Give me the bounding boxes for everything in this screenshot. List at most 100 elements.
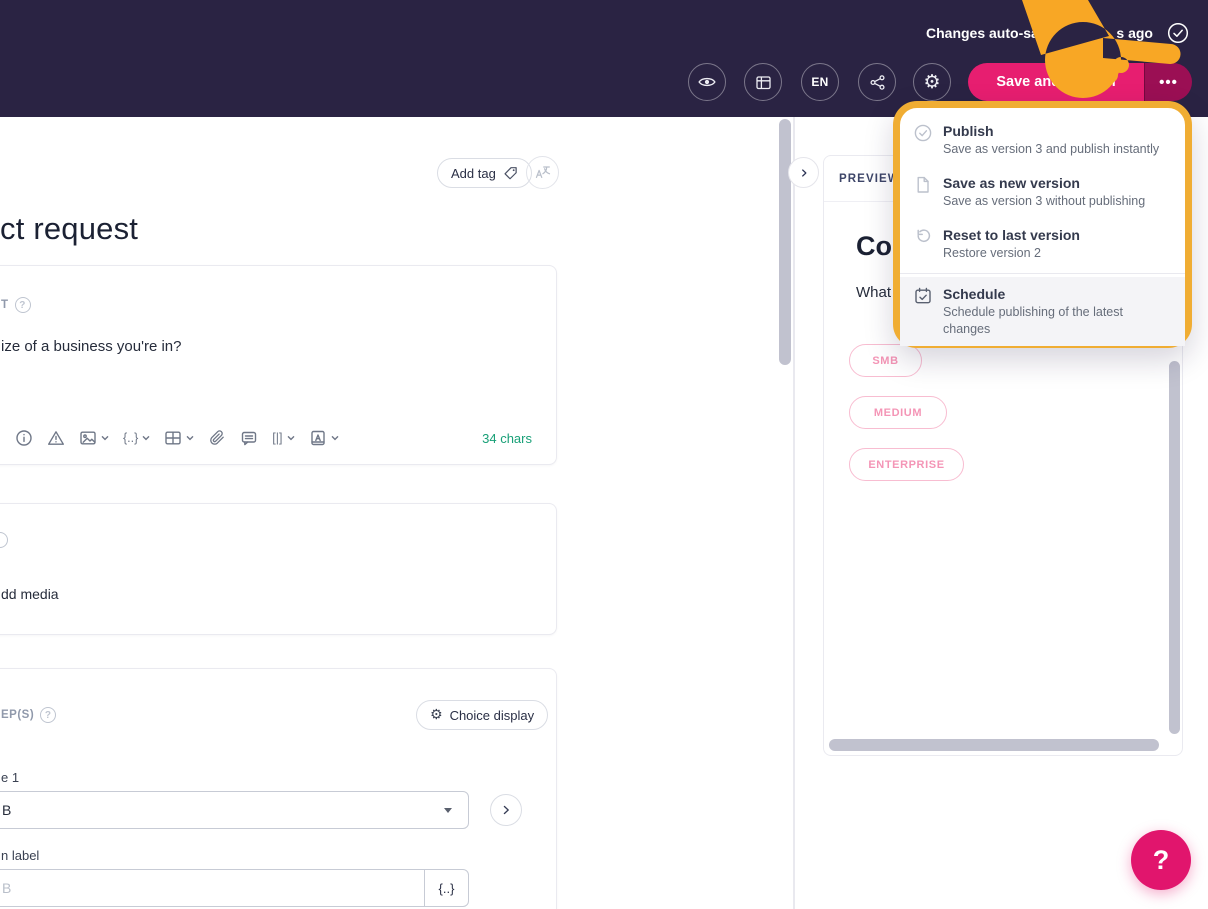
media-card: dd media: [0, 503, 557, 635]
language-button[interactable]: EN: [801, 63, 839, 101]
autosave-status-left: Changes auto-sav: [926, 25, 1047, 41]
menu-item-schedule[interactable]: Schedule Schedule publishing of the late…: [900, 277, 1185, 346]
add-media-label[interactable]: dd media: [1, 586, 59, 602]
help-icon[interactable]: [0, 532, 8, 548]
language-label: EN: [811, 75, 829, 89]
menu-divider: [900, 273, 1185, 274]
attachment-button[interactable]: [208, 429, 226, 447]
gear-icon: ⚙: [923, 70, 941, 93]
preview-vertical-scrollbar[interactable]: [1169, 361, 1180, 734]
menu-item-subtitle: Save as version 3 and publish instantly: [943, 142, 1160, 156]
table-icon: [165, 431, 181, 445]
app-window: Changes auto-sav s ago EN ⚙ Save and pub…: [0, 0, 1208, 909]
choice-1-label: e 1: [1, 770, 20, 785]
collapse-panel-button[interactable]: [788, 157, 819, 188]
question-card: T ? ize of a business you're in? {..} [|…: [0, 265, 557, 465]
layout-panel-button[interactable]: [744, 63, 782, 101]
editor-toolbar: {..} [|] 34 chars: [15, 425, 532, 451]
chevron-down-icon: [142, 435, 150, 441]
calendar-check-icon: [913, 286, 933, 306]
choice-display-label: Choice display: [449, 707, 535, 723]
choices-card: EP(S) ? ⚙ Choice display e 1 B n label {…: [0, 668, 557, 909]
help-button[interactable]: ?: [1131, 830, 1191, 890]
menu-item-subtitle: Restore version 2: [943, 246, 1041, 260]
main-vertical-scrollbar[interactable]: [779, 119, 791, 365]
caret-down-icon: [444, 808, 452, 813]
menu-item-title: Save as new version: [943, 175, 1080, 191]
button-label-input[interactable]: [0, 870, 424, 906]
eye-icon: [698, 77, 716, 87]
panel-divider: [793, 117, 795, 909]
preview-horizontal-scrollbar[interactable]: [829, 739, 1159, 751]
question-label: T: [1, 299, 9, 311]
chevron-down-icon: [287, 435, 294, 441]
menu-item-title: Reset to last version: [943, 227, 1080, 243]
choice-1-select-value: B: [2, 802, 12, 818]
button-label-group: {..}: [0, 869, 469, 907]
preview-pill-enterprise[interactable]: ENTERPRISE: [849, 448, 964, 481]
preview-eye-button[interactable]: [688, 63, 726, 101]
library-icon: [310, 430, 325, 446]
insert-variable-button[interactable]: {..}: [424, 870, 468, 906]
char-count: 34 chars: [482, 430, 532, 446]
question-text[interactable]: ize of a business you're in?: [1, 338, 181, 355]
check-circle-icon: [913, 123, 933, 143]
preview-pill-medium[interactable]: MEDIUM: [849, 396, 947, 429]
image-insert-button[interactable]: [79, 429, 109, 447]
add-tag-label: Add tag: [451, 165, 496, 181]
chevron-down-icon: [331, 435, 338, 441]
preview-question: What: [856, 284, 892, 301]
share-icon: [869, 74, 885, 90]
braces-icon: {..}: [123, 431, 139, 445]
menu-item-title: Schedule: [943, 286, 1006, 302]
share-button[interactable]: [858, 63, 896, 101]
preview-pill-smb[interactable]: SMB: [849, 344, 922, 377]
save-split-button: Save and publish •••: [968, 63, 1192, 101]
brackets-button[interactable]: [|]: [272, 431, 294, 445]
topbar: Changes auto-sav s ago EN ⚙ Save and pub…: [0, 0, 1208, 117]
chevron-right-icon: [801, 168, 806, 177]
image-icon: [80, 431, 96, 445]
choice-1-select[interactable]: B: [0, 791, 469, 829]
chevron-down-icon: [186, 435, 194, 441]
layout-panel-icon: [755, 75, 771, 89]
choice-1-next-button[interactable]: [490, 794, 522, 826]
more-options-button[interactable]: •••: [1144, 63, 1192, 101]
page-title: ct request: [0, 211, 139, 246]
button-label-label: n label: [1, 848, 40, 863]
next-steps-label: EP(S): [1, 709, 35, 721]
menu-item-title: Publish: [943, 123, 994, 139]
autosave-check-circle-icon: [1166, 21, 1190, 45]
chevron-right-icon: [503, 805, 509, 815]
file-icon: [913, 175, 933, 195]
gear-icon: ⚙: [430, 707, 443, 723]
autosave-status-right: s ago: [1116, 25, 1153, 41]
note-icon: [242, 431, 257, 446]
add-tag-button[interactable]: Add tag: [437, 158, 532, 188]
warning-icon[interactable]: [47, 429, 65, 447]
library-button[interactable]: [309, 429, 339, 447]
table-insert-button[interactable]: [164, 429, 194, 447]
brackets-icon: [|]: [272, 431, 283, 445]
preview-heading: Co: [856, 231, 892, 261]
tab-preview[interactable]: PREVIEW: [839, 173, 900, 185]
note-button[interactable]: [240, 429, 258, 447]
translate-button[interactable]: [526, 156, 559, 189]
undo-icon: [913, 227, 933, 247]
publish-options-menu: Publish Save as version 3 and publish in…: [893, 101, 1192, 348]
info-icon[interactable]: [15, 429, 33, 447]
menu-item-save-new-version[interactable]: Save as new version Save as version 3 wi…: [900, 166, 1185, 218]
settings-button[interactable]: ⚙: [913, 63, 951, 101]
choice-display-button[interactable]: ⚙ Choice display: [416, 700, 549, 730]
menu-item-subtitle: Schedule publishing of the latest change…: [943, 305, 1123, 336]
menu-item-publish[interactable]: Publish Save as version 3 and publish in…: [900, 114, 1185, 166]
help-icon[interactable]: ?: [14, 297, 31, 313]
menu-item-subtitle: Save as version 3 without publishing: [943, 194, 1146, 208]
menu-item-reset-version[interactable]: Reset to last version Restore version 2: [900, 218, 1185, 270]
chevron-down-icon: [101, 435, 109, 441]
translate-icon: [535, 166, 551, 179]
save-and-publish-button[interactable]: Save and publish: [968, 63, 1144, 101]
paperclip-icon: [210, 430, 225, 445]
variables-insert-button[interactable]: {..}: [123, 431, 150, 445]
help-icon[interactable]: ?: [40, 707, 57, 723]
